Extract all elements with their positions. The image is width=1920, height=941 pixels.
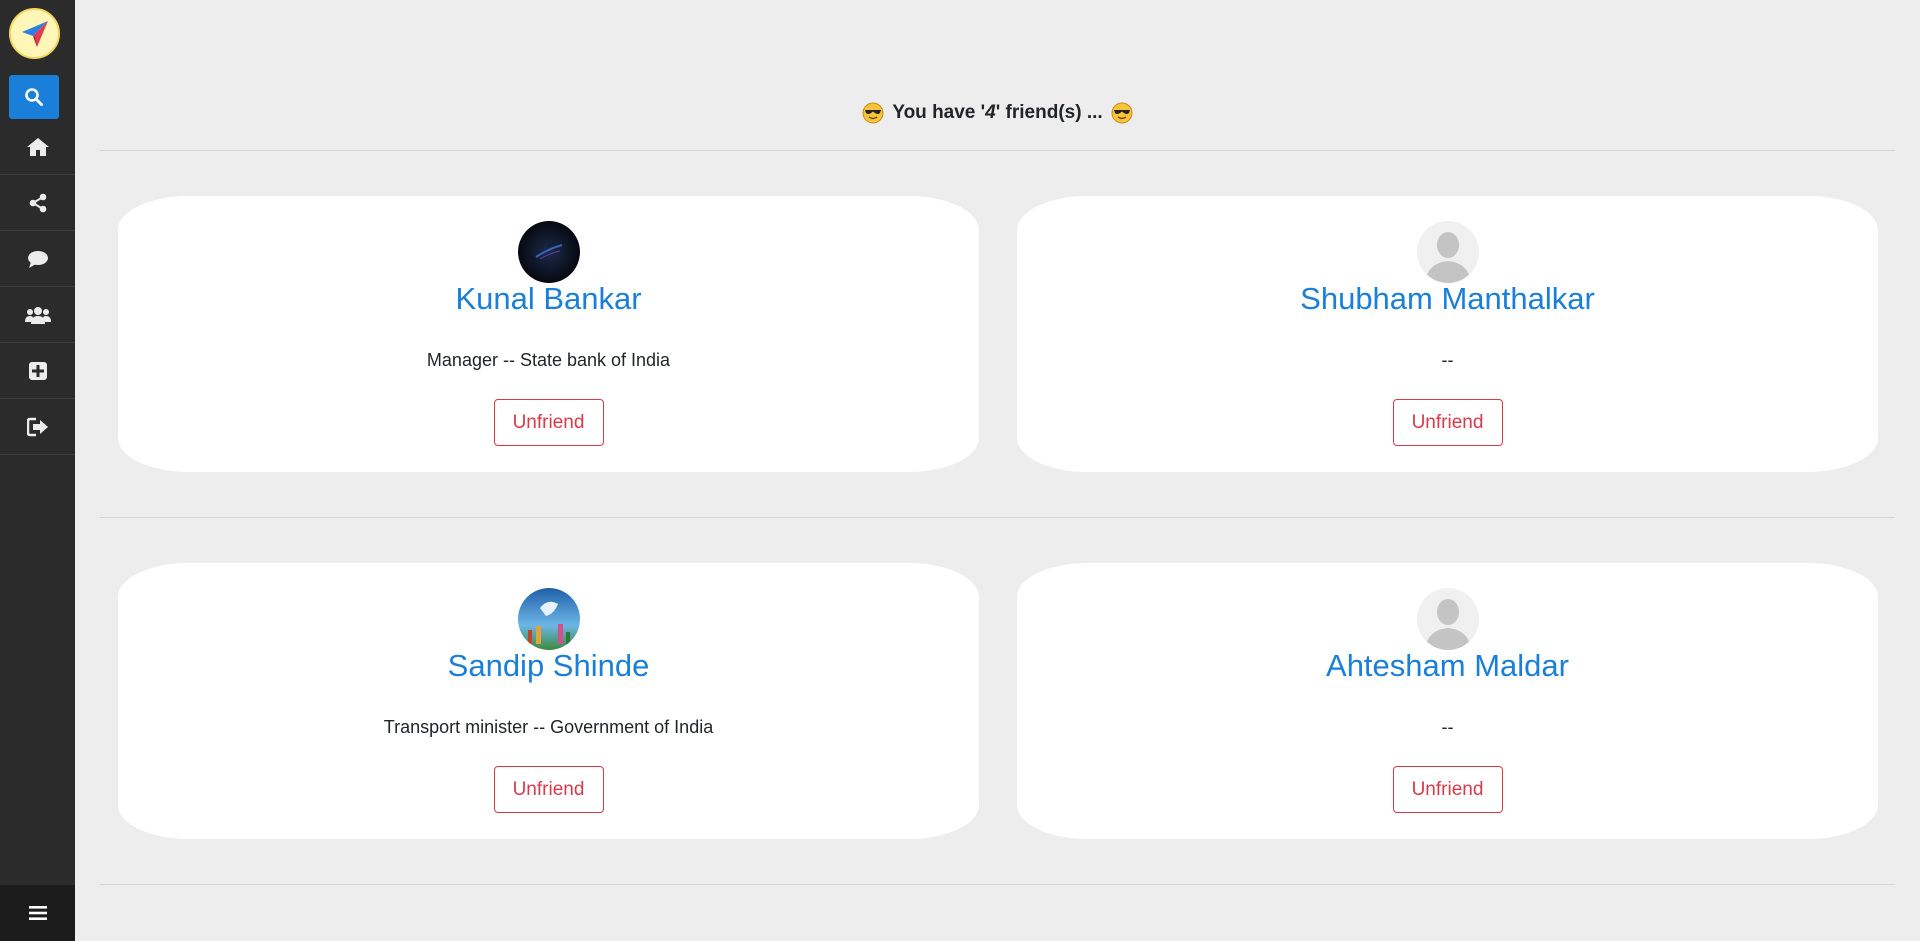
friend-occupation: Manager -- State bank of India [426, 350, 671, 370]
friend-card: Shubham Manthalkar -- Unfriend [1017, 196, 1878, 472]
friend-card: Ahtesham Maldar -- Unfriend [1017, 563, 1878, 839]
sidebar-item-chat[interactable] [0, 231, 75, 287]
default-user-icon [1416, 588, 1479, 650]
friend-card: Sandip Shinde Transport minister -- Gove… [118, 563, 979, 839]
share-icon [29, 193, 46, 212]
friend-occupation: Transport minister -- Government of Indi… [383, 717, 714, 737]
avatar[interactable] [1416, 221, 1479, 283]
menu-toggle-button[interactable] [0, 885, 75, 941]
sidebar-item-share[interactable] [0, 175, 75, 231]
divider [100, 884, 1895, 885]
paper-plane-icon [21, 20, 48, 47]
sidebar-item-home[interactable] [0, 119, 75, 175]
sidebar [0, 0, 75, 941]
friend-count: 4 [985, 102, 996, 123]
plus-square-icon [28, 361, 47, 380]
sunglasses-emoji-icon [1111, 102, 1133, 124]
home-icon [26, 137, 49, 156]
friend-name-link[interactable]: Kunal Bankar [118, 281, 979, 317]
friend-name-link[interactable]: Shubham Manthalkar [1017, 281, 1878, 317]
unfriend-button[interactable]: Unfriend [493, 766, 604, 813]
unfriend-button[interactable]: Unfriend [1392, 399, 1503, 446]
friend-occupation: -- [1441, 717, 1454, 737]
sunglasses-emoji-icon [862, 102, 884, 124]
sidebar-item-friends[interactable] [0, 287, 75, 343]
sidebar-item-logout[interactable] [0, 399, 75, 455]
search-icon [25, 88, 43, 106]
avatar-photo [517, 221, 580, 283]
friend-card: Kunal Bankar Manager -- State bank of In… [118, 196, 979, 472]
chat-icon [27, 250, 48, 268]
unfriend-button[interactable]: Unfriend [1392, 766, 1503, 813]
heading-text: You have '4' friend(s) ... [892, 102, 1103, 123]
friends-page: You have '4' friend(s) ... Kunal Bankar … [100, 0, 1895, 941]
avatar-photo [517, 588, 580, 650]
hamburger-menu-icon [28, 906, 47, 920]
default-user-icon [1416, 221, 1479, 283]
app-logo[interactable] [9, 8, 60, 59]
avatar[interactable] [517, 221, 580, 283]
sidebar-item-add[interactable] [0, 343, 75, 399]
divider [100, 150, 1895, 151]
friend-name-link[interactable]: Ahtesham Maldar [1017, 648, 1878, 684]
friend-occupation: -- [1441, 350, 1454, 370]
search-button[interactable] [9, 75, 59, 119]
divider [100, 517, 1895, 518]
users-icon [24, 306, 51, 324]
unfriend-button[interactable]: Unfriend [493, 399, 604, 446]
friends-count-heading: You have '4' friend(s) ... [100, 102, 1895, 124]
sign-out-icon [26, 417, 48, 436]
avatar[interactable] [517, 588, 580, 650]
friend-name-link[interactable]: Sandip Shinde [118, 648, 979, 684]
avatar[interactable] [1416, 588, 1479, 650]
